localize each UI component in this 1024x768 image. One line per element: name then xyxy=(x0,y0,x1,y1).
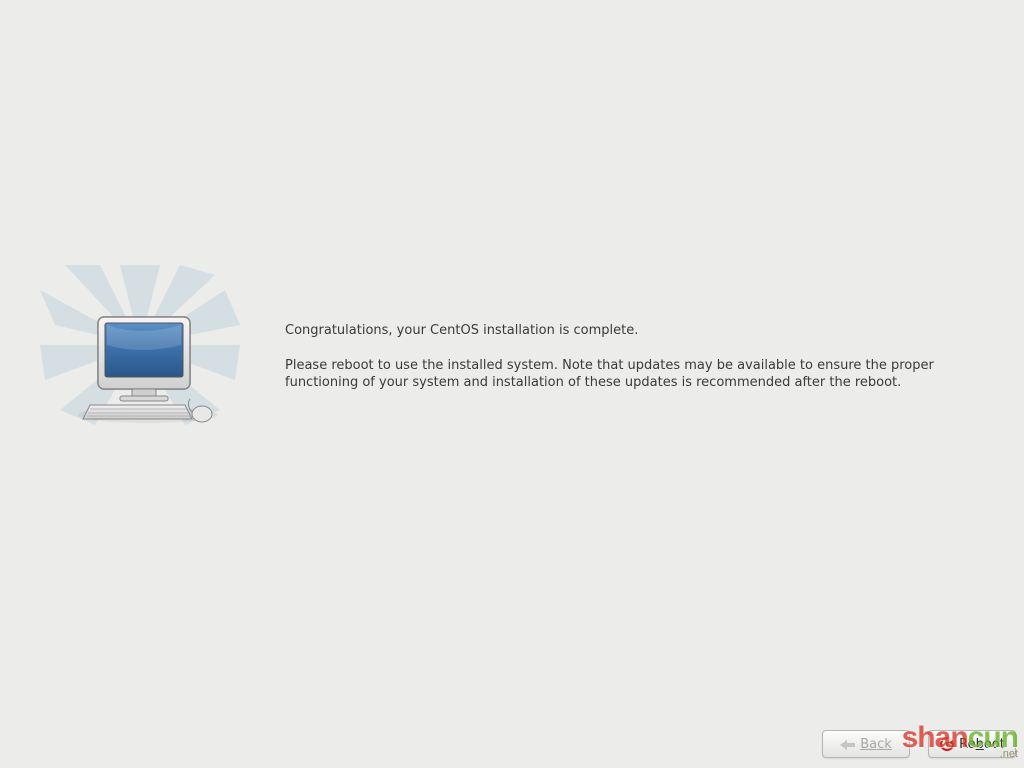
button-bar: Back Reboot xyxy=(0,720,1024,768)
content-area: Congratulations, your CentOS installatio… xyxy=(0,0,1024,720)
arrow-left-icon xyxy=(840,739,856,749)
reboot-instructions: Please reboot to use the installed syste… xyxy=(285,357,994,392)
reboot-icon xyxy=(939,736,955,752)
congrats-heading: Congratulations, your CentOS installatio… xyxy=(285,322,994,340)
back-button: Back xyxy=(822,730,910,758)
computer-sunburst-icon xyxy=(40,265,240,430)
back-button-label: Back xyxy=(860,737,892,752)
completion-illustration xyxy=(40,265,240,430)
reboot-button[interactable]: Reboot xyxy=(928,730,1016,758)
message-block: Congratulations, your CentOS installatio… xyxy=(285,322,994,409)
reboot-button-label: Reboot xyxy=(959,737,1005,752)
